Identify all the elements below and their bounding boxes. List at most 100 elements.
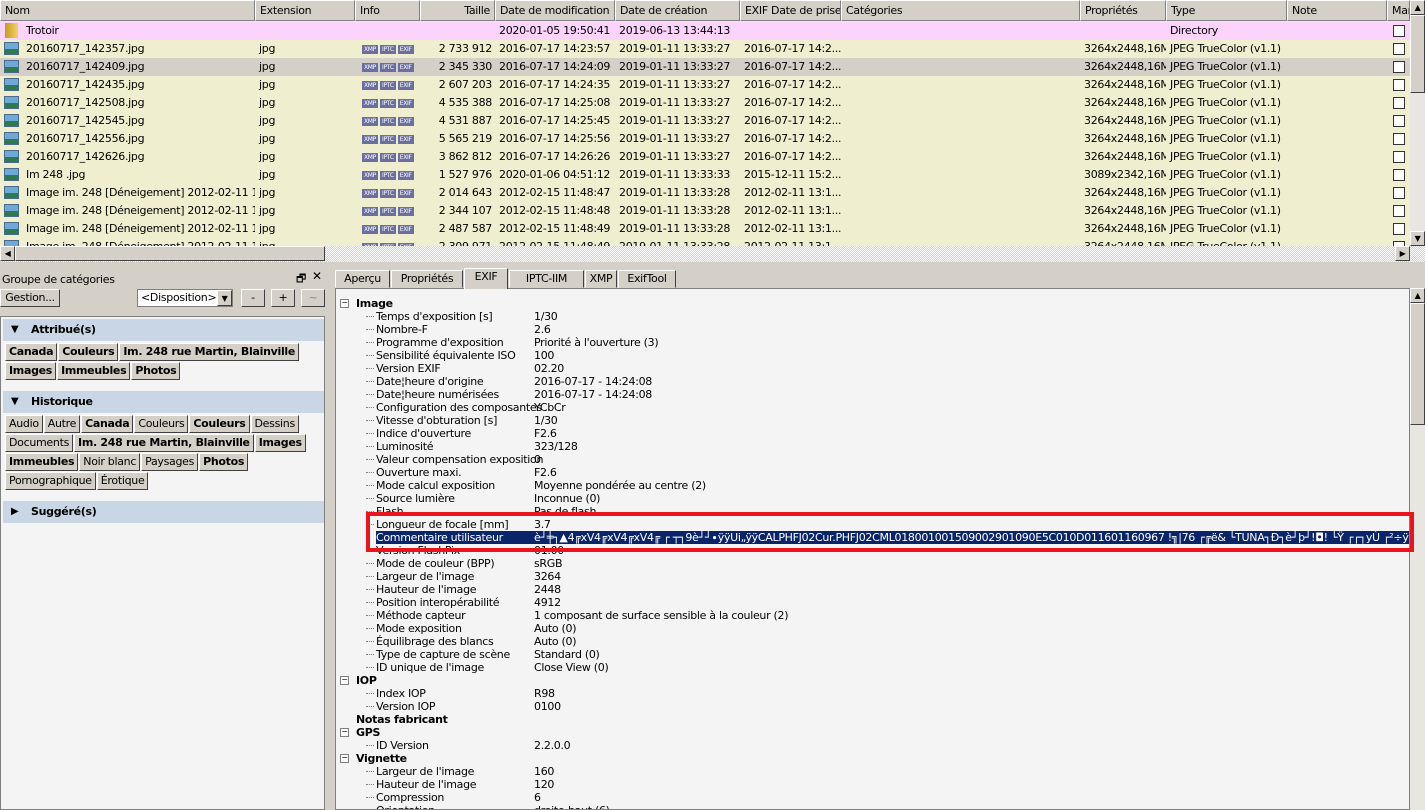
- category-tag[interactable]: Pornographique: [5, 472, 96, 490]
- tree-row[interactable]: Mode calcul exposition Moyenne pondérée a…: [336, 479, 1409, 492]
- scroll-down-button[interactable]: ▼: [1410, 231, 1425, 246]
- tree-row[interactable]: Programme d'exposition Priorité à l'ouver…: [336, 336, 1409, 349]
- category-tag[interactable]: Couleurs: [58, 343, 119, 361]
- triangle-down-icon[interactable]: ▼: [11, 391, 19, 413]
- tree-row[interactable]: Méthode capteur 1 composant de surface se…: [336, 609, 1409, 622]
- column-header-2[interactable]: Info: [355, 0, 420, 21]
- table-row[interactable]: 20160717_142626.jpg jpg 3 862 812 2016-07-1…: [0, 148, 1410, 166]
- scroll-thumb[interactable]: [1410, 303, 1425, 425]
- tab-exiftool[interactable]: ExifTool: [618, 270, 676, 288]
- category-tag[interactable]: Im. 248 rue Martin, Blainville: [74, 434, 254, 452]
- table-row[interactable]: Image im. 248 [Déneigement] 2012-02-11 1…: [0, 184, 1410, 202]
- mark-checkbox[interactable]: [1393, 187, 1405, 199]
- tree-row[interactable]: Luminosité 323/128: [336, 440, 1409, 453]
- tree-row[interactable]: Sensibilité équivalente ISO 100: [336, 349, 1409, 362]
- category-tag[interactable]: Photos: [131, 362, 181, 380]
- float-window-icon[interactable]: 🗗: [296, 270, 306, 289]
- table-row[interactable]: 20160717_142409.jpg jpg 2 345 330 2016-07-1…: [0, 58, 1410, 76]
- category-tag[interactable]: Immeubles: [5, 453, 79, 471]
- tree-row[interactable]: Vitesse d'obturation [s] 1/30: [336, 414, 1409, 427]
- collapse-icon[interactable]: −: [340, 754, 349, 763]
- mark-checkbox[interactable]: [1393, 79, 1405, 91]
- tilde-button[interactable]: ~: [301, 289, 325, 307]
- category-tag[interactable]: Audio: [5, 415, 43, 433]
- tree-row[interactable]: Position interopérabilité 4912: [336, 596, 1409, 609]
- tree-row[interactable]: − Vignette: [336, 752, 1409, 765]
- category-tag[interactable]: Immeubles: [57, 362, 131, 380]
- table-row[interactable]: Trotoir 2020-01-05 19:50:41 2019-06-13 13:…: [0, 22, 1410, 40]
- column-header-5[interactable]: Date de création: [615, 0, 740, 21]
- tree-row[interactable]: Orientation droite-haut (6): [336, 804, 1409, 809]
- category-tag[interactable]: Im. 248 rue Martin, Blainville: [119, 343, 300, 361]
- tree-row[interactable]: Version EXIF 02.20: [336, 362, 1409, 375]
- category-tag[interactable]: Noir blanc: [79, 453, 141, 471]
- tree-row[interactable]: Hauteur de l'image 120: [336, 778, 1409, 791]
- scroll-right-button[interactable]: ▶: [1395, 246, 1410, 261]
- scroll-thumb[interactable]: [15, 246, 325, 261]
- collapse-icon[interactable]: −: [340, 676, 349, 685]
- remove-button[interactable]: -: [241, 289, 265, 307]
- triangle-right-icon[interactable]: ▶: [11, 501, 19, 523]
- collapse-icon[interactable]: −: [340, 299, 349, 308]
- tab-aperçu[interactable]: Aperçu: [335, 270, 390, 288]
- table-row[interactable]: Image im. 248 [Déneigement] 2012-02-11 1…: [0, 202, 1410, 220]
- mark-checkbox[interactable]: [1393, 61, 1405, 73]
- column-header-10[interactable]: Note: [1287, 0, 1387, 21]
- tree-row[interactable]: − GPS: [336, 726, 1409, 739]
- layout-select[interactable]: <Disposition> ▼: [137, 289, 233, 307]
- column-header-8[interactable]: Propriétés: [1080, 0, 1166, 21]
- column-header-0[interactable]: Nom: [0, 0, 255, 21]
- tree-row[interactable]: Mode de couleur (BPP) sRGB: [336, 557, 1409, 570]
- column-header-9[interactable]: Type: [1166, 0, 1287, 21]
- add-button[interactable]: +: [271, 289, 295, 307]
- tree-row[interactable]: ID unique de l'image Close View (0): [336, 661, 1409, 674]
- tree-row[interactable]: Compression 6: [336, 791, 1409, 804]
- mark-checkbox[interactable]: [1393, 223, 1405, 235]
- tree-row[interactable]: Version IOP 0100: [336, 700, 1409, 713]
- file-list[interactable]: Nom Extension Info Taille Date de modificati…: [0, 0, 1410, 246]
- column-header-11[interactable]: Marq: [1387, 0, 1410, 21]
- category-section-0[interactable]: ▼ Attribué(s): [3, 319, 324, 341]
- collapse-icon[interactable]: −: [340, 728, 349, 737]
- mark-checkbox[interactable]: [1393, 97, 1405, 109]
- mark-checkbox[interactable]: [1393, 43, 1405, 55]
- tree-row[interactable]: ID Version 2.2.0.0: [336, 739, 1409, 752]
- mark-checkbox[interactable]: [1393, 169, 1405, 181]
- category-tag[interactable]: Couleurs: [189, 415, 250, 433]
- scroll-thumb[interactable]: [1410, 15, 1425, 93]
- scroll-left-button[interactable]: ◀: [0, 246, 15, 261]
- tree-row[interactable]: Valeur compensation exposition 0: [336, 453, 1409, 466]
- tree-row[interactable]: Date¦heure d'origine 2016-07-17 - 14:24:0…: [336, 375, 1409, 388]
- file-list-vertical-scrollbar[interactable]: ▲ ▼: [1410, 0, 1425, 246]
- category-tag[interactable]: Autre: [43, 415, 81, 433]
- tree-row[interactable]: Hauteur de l'image 2448: [336, 583, 1409, 596]
- tree-row[interactable]: Mode exposition Auto (0): [336, 622, 1409, 635]
- table-row[interactable]: 20160717_142357.jpg jpg 2 733 912 2016-07-1…: [0, 40, 1410, 58]
- category-section-1[interactable]: ▼ Historique: [3, 391, 324, 413]
- tree-row[interactable]: Nombre-F 2.6: [336, 323, 1409, 336]
- file-list-horizontal-scrollbar[interactable]: ◀ ▶: [0, 246, 1425, 262]
- column-header-3[interactable]: Taille: [420, 0, 495, 21]
- tree-row[interactable]: Configuration des composantes YCbCr: [336, 401, 1409, 414]
- category-tag[interactable]: Dessins: [250, 415, 299, 433]
- table-row[interactable]: 20160717_142556.jpg jpg 5 565 219 2016-07-1…: [0, 130, 1410, 148]
- mark-checkbox[interactable]: [1393, 133, 1405, 145]
- scroll-up-button[interactable]: ▲: [1410, 0, 1425, 15]
- category-tag[interactable]: Photos: [199, 453, 249, 471]
- column-header-1[interactable]: Extension: [255, 0, 355, 21]
- tree-row[interactable]: Source lumière Inconnue (0): [336, 492, 1409, 505]
- table-row[interactable]: Im 248 .jpg jpg 1 527 976 2020-01-06 04:51:…: [0, 166, 1410, 184]
- tree-row[interactable]: − IOP: [336, 674, 1409, 687]
- tree-row[interactable]: Indice d'ouverture F2.6: [336, 427, 1409, 440]
- table-row[interactable]: 20160717_142508.jpg jpg 4 535 388 2016-07-1…: [0, 94, 1410, 112]
- column-header-6[interactable]: EXIF Date de prise: [740, 0, 841, 21]
- close-icon[interactable]: ✕: [312, 269, 322, 283]
- tree-row[interactable]: Date¦heure numérisées 2016-07-17 - 14:24:…: [336, 388, 1409, 401]
- table-row[interactable]: 20160717_142435.jpg jpg 2 607 203 2016-07-1…: [0, 76, 1410, 94]
- mark-checkbox[interactable]: [1393, 151, 1405, 163]
- column-header-7[interactable]: Catégories: [841, 0, 1080, 21]
- tree-row[interactable]: Type de capture de scène Standard (0): [336, 648, 1409, 661]
- mark-checkbox[interactable]: [1393, 115, 1405, 127]
- column-header-4[interactable]: Date de modification: [495, 0, 615, 21]
- category-tag[interactable]: Images: [5, 362, 57, 380]
